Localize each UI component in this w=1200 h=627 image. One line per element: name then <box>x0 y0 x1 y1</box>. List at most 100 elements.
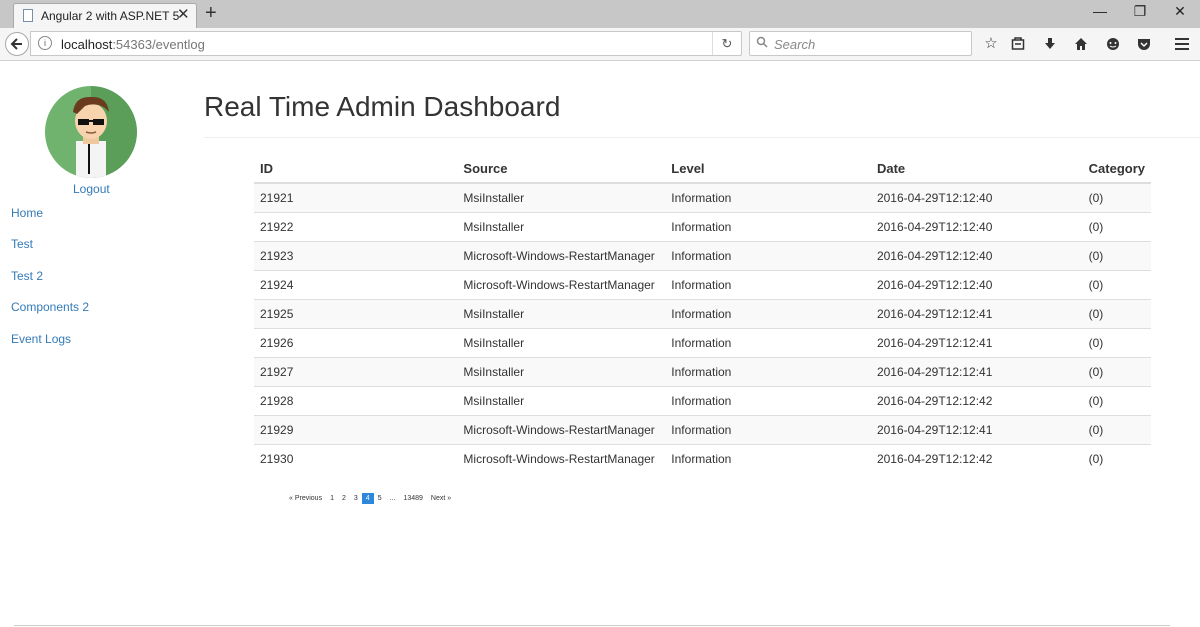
pagination-ellipsis: ... <box>389 495 396 502</box>
cell-id: 21929 <box>254 415 458 445</box>
column-header-source: Source <box>457 155 666 184</box>
cell-id: 21925 <box>254 299 458 329</box>
cell-level: Information <box>665 212 871 242</box>
cell-level: Information <box>665 182 871 213</box>
cell-level: Information <box>665 415 871 445</box>
browser-tab[interactable]: Angular 2 with ASP.NET 5 ✕ <box>13 3 197 28</box>
cell-category: (0) <box>1082 182 1151 213</box>
cell-level: Information <box>665 241 871 271</box>
search-icon <box>756 36 768 51</box>
column-header-id: ID <box>254 155 458 184</box>
cell-source: MsiInstaller <box>457 182 666 213</box>
reading-list-icon[interactable] <box>1008 34 1028 54</box>
table-row: 21926 MsiInstaller Information 2016-04-2… <box>254 328 1151 358</box>
window-close-button[interactable]: ✕ <box>1165 3 1195 23</box>
search-box[interactable]: Search <box>749 31 972 56</box>
page-title: Real Time Admin Dashboard <box>204 91 561 122</box>
sidebar-item-test[interactable]: Test <box>11 237 33 251</box>
sidebar-item-components-2[interactable]: Components 2 <box>11 300 89 314</box>
pagination-next[interactable]: Next » <box>427 493 455 504</box>
cell-source: MsiInstaller <box>457 357 666 387</box>
bookmark-star-icon[interactable]: ☆ <box>981 34 1001 54</box>
sidebar-item-event-logs[interactable]: Event Logs <box>11 332 71 346</box>
pocket-icon[interactable] <box>1134 34 1154 54</box>
pagination-previous[interactable]: « Previous <box>285 493 326 504</box>
download-icon[interactable] <box>1040 34 1060 54</box>
table-row: 21924 Microsoft-Windows-RestartManager I… <box>254 270 1151 300</box>
site-info-icon[interactable]: i <box>38 36 52 50</box>
url-bar[interactable]: i localhost:54363/eventlog ↻ <box>30 31 742 56</box>
cell-level: Information <box>665 444 871 473</box>
title-divider <box>204 137 1200 138</box>
table-row: 21930 Microsoft-Windows-RestartManager I… <box>254 444 1151 473</box>
cell-date: 2016-04-29T12:12:41 <box>870 415 1083 445</box>
event-log-table: ID Source Level Date Category 21921 MsiI… <box>254 155 1151 473</box>
table-row: 21927 MsiInstaller Information 2016-04-2… <box>254 357 1151 387</box>
sidebar-item-test-2[interactable]: Test 2 <box>11 269 43 283</box>
cell-category: (0) <box>1082 212 1151 242</box>
page-link-last[interactable]: 13489 <box>399 493 426 504</box>
cell-source: MsiInstaller <box>457 328 666 358</box>
navigation-bar: i localhost:54363/eventlog ↻ Search ☆ <box>0 28 1200 61</box>
cell-source: Microsoft-Windows-RestartManager <box>457 444 666 473</box>
cell-id: 21922 <box>254 212 458 242</box>
cell-date: 2016-04-29T12:12:41 <box>870 299 1083 329</box>
url-text[interactable]: localhost:54363/eventlog <box>61 37 205 52</box>
reload-icon[interactable]: ↻ <box>712 32 741 55</box>
cell-id: 21921 <box>254 182 458 213</box>
cell-level: Information <box>665 299 871 329</box>
cell-id: 21930 <box>254 444 458 473</box>
chat-icon[interactable] <box>1103 34 1123 54</box>
page-link-5[interactable]: 5 <box>374 493 386 504</box>
sidebar-item-home[interactable]: Home <box>11 206 43 220</box>
column-header-level: Level <box>665 155 871 184</box>
table-row: 21928 MsiInstaller Information 2016-04-2… <box>254 386 1151 416</box>
restore-button[interactable]: ❐ <box>1125 3 1155 23</box>
cell-category: (0) <box>1082 299 1151 329</box>
menu-icon[interactable] <box>1172 34 1192 54</box>
bottom-divider <box>14 625 1170 626</box>
avatar <box>45 86 137 178</box>
cell-category: (0) <box>1082 444 1151 473</box>
page-link-2[interactable]: 2 <box>338 493 350 504</box>
cell-date: 2016-04-29T12:12:41 <box>870 328 1083 358</box>
minimize-button[interactable]: — <box>1085 3 1115 23</box>
new-tab-button[interactable]: + <box>205 3 217 23</box>
cell-id: 21928 <box>254 386 458 416</box>
cell-date: 2016-04-29T12:12:40 <box>870 270 1083 300</box>
cell-category: (0) <box>1082 328 1151 358</box>
table-row: 21922 MsiInstaller Information 2016-04-2… <box>254 212 1151 242</box>
page-link-1[interactable]: 1 <box>326 493 338 504</box>
table-row: 21921 MsiInstaller Information 2016-04-2… <box>254 182 1151 213</box>
home-icon[interactable] <box>1071 34 1091 54</box>
tab-close-icon[interactable]: ✕ <box>177 7 190 23</box>
back-arrow-icon <box>10 38 22 50</box>
table-row: 21923 Microsoft-Windows-RestartManager I… <box>254 241 1151 271</box>
column-header-category: Category <box>1082 155 1151 184</box>
tab-title: Angular 2 with ASP.NET 5 <box>41 9 180 23</box>
cell-category: (0) <box>1082 386 1151 416</box>
page-link-4-active[interactable]: 4 <box>361 493 374 504</box>
back-button[interactable] <box>5 32 29 56</box>
cell-source: MsiInstaller <box>457 299 666 329</box>
cell-level: Information <box>665 328 871 358</box>
page-link-3[interactable]: 3 <box>350 493 362 504</box>
cell-level: Information <box>665 357 871 387</box>
cell-source: Microsoft-Windows-RestartManager <box>457 241 666 271</box>
cell-category: (0) <box>1082 241 1151 271</box>
url-path: :54363/eventlog <box>112 37 205 52</box>
cell-source: MsiInstaller <box>457 386 666 416</box>
page-favicon-icon <box>23 9 33 22</box>
cell-category: (0) <box>1082 357 1151 387</box>
cell-level: Information <box>665 270 871 300</box>
column-header-date: Date <box>870 155 1083 184</box>
cell-id: 21924 <box>254 270 458 300</box>
cell-date: 2016-04-29T12:12:40 <box>870 212 1083 242</box>
url-host: localhost <box>61 37 113 52</box>
cell-source: MsiInstaller <box>457 212 666 242</box>
logout-link[interactable]: Logout <box>73 182 110 196</box>
tab-strip: Angular 2 with ASP.NET 5 ✕ + — ❐ ✕ <box>0 0 1200 28</box>
cell-date: 2016-04-29T12:12:42 <box>870 444 1083 473</box>
cell-id: 21923 <box>254 241 458 271</box>
cell-category: (0) <box>1082 415 1151 445</box>
